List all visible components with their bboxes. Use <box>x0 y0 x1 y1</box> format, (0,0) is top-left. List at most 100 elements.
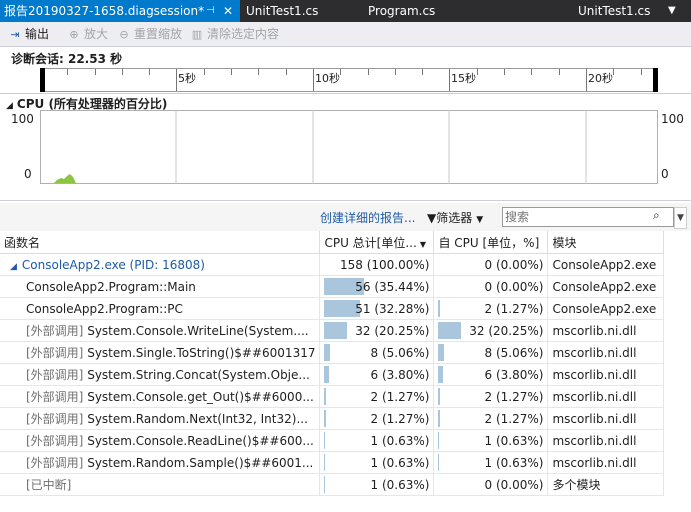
ruler-start-handle[interactable] <box>40 68 45 92</box>
table-row[interactable]: [外部调用] System.Console.WriteLine(System..… <box>0 319 665 342</box>
ruler-minor-tick <box>558 69 560 75</box>
y-axis-min-right: 0 <box>661 167 669 181</box>
function-name: System.Single.ToString()$##6001317 <box>87 346 316 360</box>
ruler-minor-tick <box>285 69 287 75</box>
cell-module: mscorlib.ni.dll <box>547 341 665 364</box>
cell-total-cpu: 8 (5.06%) <box>319 341 435 364</box>
function-name: ConsoleApp2.Program::PC <box>26 301 183 316</box>
table-row[interactable]: ConsoleApp2.Program::Main 56 (35.44%) 0 (0… <box>0 275 665 298</box>
ruler-minor-tick <box>394 69 396 75</box>
tab-unittest1[interactable]: UnitTest1.cs <box>246 0 318 22</box>
column-header-name[interactable]: 函数名 <box>0 231 321 254</box>
reset-zoom-button[interactable]: ⊖ 重置缩放 <box>117 22 182 46</box>
cell-function-name: [外部调用] System.Console.get_Out()$##6000..… <box>0 385 321 408</box>
zoom-in-label: 放大 <box>84 27 109 41</box>
ruler-minor-tick <box>422 69 424 75</box>
close-icon[interactable]: ✕ <box>223 0 233 22</box>
total-cpu-value: 56 (35.44%) <box>355 279 430 294</box>
cpu-chart[interactable] <box>40 110 658 184</box>
ruler-minor-tick <box>340 69 342 75</box>
cell-total-cpu: 51 (32.28%) <box>319 297 435 320</box>
filter-icon: ▼ <box>427 211 437 225</box>
self-cpu-value: 0 (0.00%) <box>484 257 544 272</box>
tab-unittest1-preview[interactable]: UnitTest1.cs <box>578 0 650 22</box>
expand-arrow-icon[interactable]: ◢ <box>10 262 17 272</box>
cell-self-cpu: 2 (1.27%) <box>433 297 549 320</box>
table-row[interactable]: [外部调用] System.Console.ReadLine()$##600..… <box>0 429 665 452</box>
filter-button[interactable]: ▼筛选器 ▼ <box>427 209 483 226</box>
table-row[interactable]: [外部调用] System.Single.ToString()$##600131… <box>0 341 665 364</box>
call-type-prefix: [外部调用] <box>26 434 84 448</box>
toolbar: ⇥ 输出 ⊕ 放大 ⊖ 重置缩放 ▥ 清除选定内容 <box>0 22 691 47</box>
export-button[interactable]: ⇥ 输出 <box>8 22 49 46</box>
self-cpu-value: 0 (0.00%) <box>484 477 544 492</box>
function-name: System.Console.get_Out()$##6000... <box>87 390 314 404</box>
table-row[interactable]: ◢ ConsoleApp2.exe (PID: 16808) 158 (100.00… <box>0 253 665 276</box>
filter-label: 筛选器 <box>436 211 473 225</box>
total-cpu-value: 1 (0.63%) <box>370 433 430 448</box>
ruler-minor-tick <box>121 69 123 75</box>
ruler-minor-tick <box>149 69 151 75</box>
cell-total-cpu: 2 (1.27%) <box>319 407 435 430</box>
reset-zoom-icon: ⊖ <box>119 28 129 41</box>
self-cpu-bar <box>438 410 440 427</box>
table-row[interactable]: [外部调用] System.Random.Next(Int32, Int32).… <box>0 407 665 430</box>
cell-total-cpu: 158 (100.00%) <box>319 253 435 276</box>
timeline-ruler[interactable]: 5秒 10秒 15秒 20秒 <box>0 68 691 92</box>
table-row[interactable]: [已中断] 1 (0.63%) 0 (0.00%) 多个模块 <box>0 473 665 496</box>
total-cpu-value: 6 (3.80%) <box>370 367 430 382</box>
ruler-major-tick <box>176 69 177 91</box>
divider <box>0 93 691 94</box>
total-cpu-bar <box>324 366 329 383</box>
create-report-link[interactable]: 创建详细的报告... <box>320 209 415 226</box>
table-row[interactable]: [外部调用] System.Random.Sample()$##6001... 1… <box>0 451 665 474</box>
zoom-in-icon: ⊕ <box>69 28 79 41</box>
chart-border <box>40 110 658 184</box>
cell-function-name: [外部调用] System.Console.ReadLine()$##600..… <box>0 429 321 452</box>
call-type-prefix: [外部调用] <box>26 346 84 360</box>
search-box[interactable]: ⌕ <box>502 207 674 227</box>
ruler-major-tick <box>313 69 314 91</box>
zoom-in-button[interactable]: ⊕ 放大 <box>67 22 108 46</box>
total-cpu-bar <box>324 432 326 449</box>
search-options-dropdown[interactable]: ▼ <box>674 207 687 229</box>
cell-total-cpu: 56 (35.44%) <box>319 275 435 298</box>
self-cpu-value: 0 (0.00%) <box>484 279 544 294</box>
function-name: ConsoleApp2.Program::Main <box>26 279 196 294</box>
export-icon: ⇥ <box>10 28 20 41</box>
cell-self-cpu: 1 (0.63%) <box>433 451 549 474</box>
self-cpu-value: 8 (5.06%) <box>484 345 544 360</box>
tab-diagsession[interactable]: 报告20190327-1658.diagsession* ⊣ ✕ <box>0 0 240 22</box>
column-header-total-cpu[interactable]: CPU 总计[单位... ▼ <box>319 231 435 254</box>
search-icon[interactable]: ⌕ <box>653 208 660 223</box>
cell-total-cpu: 2 (1.27%) <box>319 385 435 408</box>
ruler-minor-tick <box>367 69 369 75</box>
ruler-tick-label: 15秒 <box>451 72 476 85</box>
column-header-module[interactable]: 模块 <box>547 231 665 254</box>
cell-total-cpu: 32 (20.25%) <box>319 319 435 342</box>
search-input[interactable] <box>505 208 645 226</box>
total-cpu-bar <box>324 454 326 471</box>
clear-selection-button[interactable]: ▥ 清除选定内容 <box>190 22 279 46</box>
cell-self-cpu: 0 (0.00%) <box>433 473 549 496</box>
tab-overflow-icon[interactable]: ▼ <box>668 0 676 22</box>
column-header-self-cpu[interactable]: 自 CPU [单位，%] <box>433 231 549 254</box>
pin-icon[interactable]: ⊣ <box>206 0 215 22</box>
call-type-prefix: [外部调用] <box>26 456 84 470</box>
self-cpu-bar <box>438 344 445 361</box>
table-row[interactable]: [外部调用] System.String.Concat(System.Obje.… <box>0 363 665 386</box>
cell-function-name: [外部调用] System.Random.Sample()$##6001... <box>0 451 321 474</box>
cell-self-cpu: 0 (0.00%) <box>433 253 549 276</box>
ruler-minor-tick <box>613 69 615 75</box>
cell-total-cpu: 6 (3.80%) <box>319 363 435 386</box>
table-row[interactable]: [外部调用] System.Console.get_Out()$##6000..… <box>0 385 665 408</box>
total-cpu-bar <box>324 344 331 361</box>
ruler-major-tick <box>449 69 450 91</box>
table-row[interactable]: ConsoleApp2.Program::PC 51 (32.28%) 2 (1.2… <box>0 297 665 320</box>
self-cpu-value: 1 (0.63%) <box>484 455 544 470</box>
tab-program[interactable]: Program.cs <box>368 0 435 22</box>
ruler-end-handle[interactable] <box>653 68 658 92</box>
total-cpu-value: 1 (0.63%) <box>370 455 430 470</box>
function-name: System.Random.Next(Int32, Int32)... <box>87 412 308 426</box>
y-axis-max-right: 100 <box>661 112 684 126</box>
